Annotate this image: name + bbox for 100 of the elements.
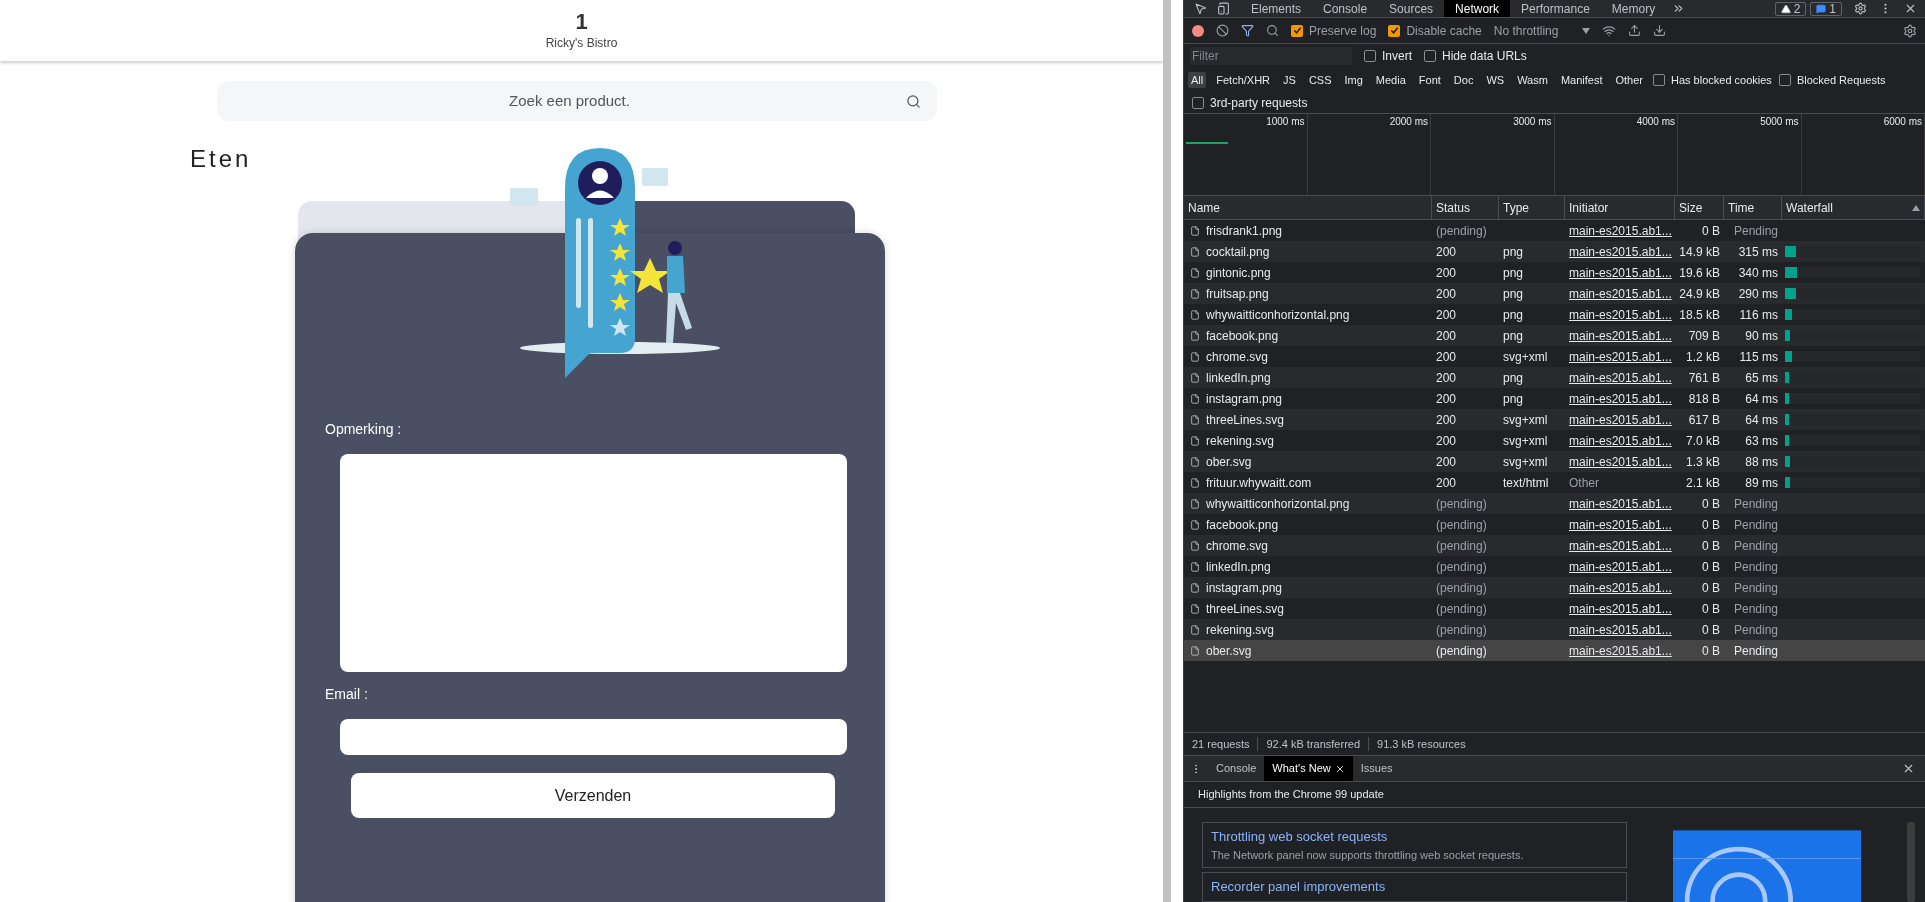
initiator-link[interactable]: main-es2015.ab1... [1569, 286, 1672, 301]
checkbox[interactable] [1291, 24, 1303, 37]
initiator-link[interactable]: main-es2015.ab1... [1569, 517, 1672, 532]
request-row[interactable]: cocktail.png 200 png main-es2015.ab1... 14.9 kB 315 ms [1184, 241, 1925, 262]
type-filter[interactable]: WS [1483, 71, 1508, 89]
request-row[interactable]: gintonic.png 200 png main-es2015.ab1... 19.6 kB 340 ms [1184, 262, 1925, 283]
filter-icon[interactable] [1241, 24, 1254, 37]
inspect-icon[interactable] [1194, 2, 1207, 15]
message-count[interactable]: 1 [1810, 1, 1842, 16]
initiator-link[interactable]: main-es2015.ab1... [1569, 391, 1672, 406]
type-filter[interactable]: Font [1415, 71, 1444, 89]
initiator-link[interactable]: main-es2015.ab1... [1569, 244, 1672, 259]
upload-icon[interactable] [1628, 24, 1642, 37]
column-header[interactable]: Name [1188, 198, 1220, 217]
request-row[interactable]: instagram.png (pending) main-es2015.ab1... 0 B Pending [1184, 577, 1925, 598]
request-row[interactable]: chrome.svg (pending) main-es2015.ab1... 0 B Pending [1184, 535, 1925, 556]
panel-tab[interactable]: Memory [1600, 0, 1667, 17]
drawer-tab[interactable]: Issues [1352, 756, 1401, 781]
close-drawer-icon[interactable] [1902, 762, 1915, 775]
request-row[interactable]: frituur.whywaitt.com 200 text/html Other 2.1 kB 89 ms [1184, 472, 1925, 493]
drawer-tab[interactable]: Console [1208, 756, 1265, 781]
request-row[interactable]: chrome.svg 200 svg+xml main-es2015.ab1... 1.2 kB 115 ms [1184, 346, 1925, 367]
type-filter[interactable]: Manifest [1557, 71, 1606, 89]
column-header[interactable]: Time [1728, 198, 1755, 217]
network-conditions-icon[interactable] [1602, 23, 1617, 38]
request-row[interactable]: threeLines.svg (pending) main-es2015.ab1... 0 B Pending [1184, 598, 1925, 619]
initiator-link[interactable]: main-es2015.ab1... [1569, 580, 1672, 595]
submit-button[interactable]: Verzenden [351, 773, 835, 818]
initiator-link[interactable]: main-es2015.ab1... [1569, 328, 1672, 343]
feature-title[interactable]: Throttling web socket requests [1211, 827, 1388, 847]
initiator-link[interactable]: main-es2015.ab1... [1569, 307, 1672, 322]
feature-card[interactable]: Recorder panel improvements [1202, 872, 1628, 902]
checkbox[interactable] [1192, 96, 1204, 109]
checkbox[interactable] [1364, 50, 1376, 62]
type-filter[interactable]: Media [1372, 71, 1409, 89]
initiator-link[interactable]: main-es2015.ab1... [1569, 538, 1672, 553]
scrollbar[interactable] [1163, 0, 1171, 902]
type-filter[interactable]: Fetch/XHR [1213, 71, 1274, 89]
initiator-link[interactable]: main-es2015.ab1... [1569, 370, 1672, 385]
type-filter[interactable]: Doc [1450, 71, 1477, 89]
request-row[interactable]: threeLines.svg 200 svg+xml main-es2015.ab1... 617 B 64 ms [1184, 409, 1925, 430]
column-header[interactable]: Initiator [1569, 198, 1609, 217]
close-icon[interactable] [1904, 2, 1917, 15]
request-row[interactable]: ober.svg (pending) main-es2015.ab1... 0 B Pending [1184, 640, 1925, 661]
search-field[interactable]: Zoek een product. [217, 81, 937, 121]
type-filter[interactable]: Img [1341, 71, 1366, 89]
device-toolbar-icon[interactable] [1217, 2, 1230, 15]
type-filter[interactable]: Wasm [1514, 71, 1551, 89]
checkbox[interactable] [1653, 74, 1665, 86]
request-row[interactable]: facebook.png 200 png main-es2015.ab1... 709 B 90 ms [1184, 325, 1925, 346]
request-row[interactable]: frisdrank1.png (pending) main-es2015.ab1... 0 B Pending [1184, 220, 1925, 241]
checkbox[interactable] [1388, 24, 1401, 37]
column-header[interactable]: Size [1679, 198, 1703, 217]
comment-field[interactable] [340, 454, 847, 672]
initiator-link[interactable]: main-es2015.ab1... [1569, 433, 1672, 448]
request-row[interactable]: linkedIn.png (pending) main-es2015.ab1... 0 B Pending [1184, 556, 1925, 577]
request-row[interactable]: ober.svg 200 svg+xml main-es2015.ab1... 1.3 kB 88 ms [1184, 451, 1925, 472]
type-filter[interactable]: Other [1612, 71, 1646, 89]
type-filter[interactable]: CSS [1305, 71, 1335, 89]
initiator-link[interactable]: main-es2015.ab1... [1569, 559, 1672, 574]
panel-tab[interactable]: Sources [1378, 0, 1445, 17]
type-filter[interactable]: JS [1280, 71, 1299, 89]
record-icon[interactable] [1192, 24, 1204, 37]
request-row[interactable]: linkedIn.png 200 png main-es2015.ab1... 761 B 65 ms [1184, 367, 1925, 388]
search-icon[interactable] [1266, 24, 1279, 37]
column-header[interactable]: Waterfall [1786, 198, 1833, 217]
download-icon[interactable] [1653, 24, 1667, 37]
initiator-link[interactable]: main-es2015.ab1... [1569, 223, 1672, 238]
initiator-link[interactable]: main-es2015.ab1... [1569, 643, 1672, 658]
scrollbar[interactable] [1907, 822, 1915, 902]
warning-count[interactable]: 2 [1774, 1, 1807, 16]
throttling-select[interactable]: No throttling [1493, 21, 1591, 40]
panel-tab[interactable]: Performance [1510, 0, 1601, 17]
initiator-link[interactable]: main-es2015.ab1... [1569, 265, 1672, 280]
initiator-link[interactable]: main-es2015.ab1... [1569, 454, 1672, 469]
checkbox[interactable] [1424, 50, 1436, 62]
settings-icon[interactable] [1854, 2, 1867, 15]
close-icon[interactable] [1334, 763, 1345, 774]
request-row[interactable]: rekening.svg 200 svg+xml main-es2015.ab1... 7.0 kB 63 ms [1184, 430, 1925, 451]
feature-card[interactable]: Throttling web socket requests The Network panel now supports throttling web socket requests. [1202, 822, 1628, 868]
type-filter[interactable]: All [1188, 71, 1207, 89]
request-row[interactable]: rekening.svg (pending) main-es2015.ab1... 0 B Pending [1184, 619, 1925, 640]
request-row[interactable]: whywaitticonhorizontal.png 200 png main-es2015.ab1... 18.5 kB 116 ms [1184, 304, 1925, 325]
initiator-link[interactable]: main-es2015.ab1... [1569, 496, 1672, 511]
feature-title[interactable]: Recorder panel improvements [1211, 877, 1386, 897]
panel-tab[interactable]: Console [1312, 0, 1379, 17]
column-header[interactable]: Status [1436, 198, 1471, 217]
request-row[interactable]: instagram.png 200 png main-es2015.ab1... 818 B 64 ms [1184, 388, 1925, 409]
request-row[interactable]: facebook.png (pending) main-es2015.ab1... 0 B Pending [1184, 514, 1925, 535]
request-row[interactable]: fruitsap.png 200 png main-es2015.ab1... 24.9 kB 290 ms [1184, 283, 1925, 304]
search-input[interactable]: Zoek een product. [233, 89, 906, 113]
settings-icon[interactable] [1903, 23, 1917, 38]
email-field[interactable] [340, 719, 847, 755]
column-header[interactable]: Type [1503, 198, 1529, 217]
request-row[interactable]: whywaitticonhorizontal.png (pending) main-es2015.ab1... 0 B Pending [1184, 493, 1925, 514]
initiator-link[interactable]: main-es2015.ab1... [1569, 412, 1672, 427]
checkbox[interactable] [1778, 74, 1791, 86]
initiator-link[interactable]: main-es2015.ab1... [1569, 622, 1672, 637]
filter-field[interactable]: Filter [1190, 47, 1352, 65]
initiator-link[interactable]: main-es2015.ab1... [1569, 349, 1672, 364]
